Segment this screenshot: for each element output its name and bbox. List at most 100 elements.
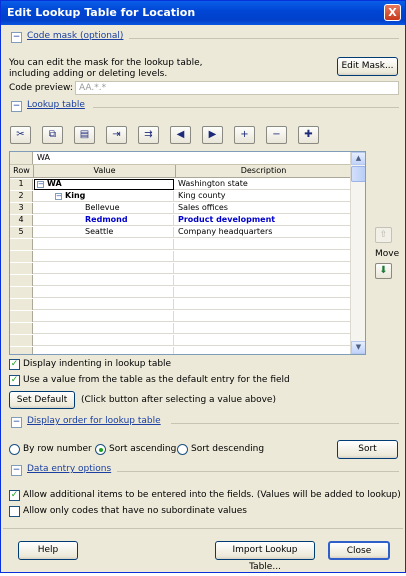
tree-collapse-icon[interactable]: − bbox=[37, 181, 44, 188]
by-row-number-radio[interactable] bbox=[9, 444, 20, 455]
description-cell[interactable] bbox=[176, 311, 350, 322]
table-row[interactable]: 1− WA Washington state bbox=[10, 179, 351, 190]
row-number[interactable] bbox=[10, 299, 33, 310]
value-cell[interactable] bbox=[34, 311, 174, 322]
value-cell[interactable] bbox=[34, 239, 174, 250]
table-row[interactable] bbox=[10, 275, 351, 286]
column-header-row[interactable]: Row bbox=[10, 165, 34, 178]
paste-button[interactable]: ▤ bbox=[74, 126, 95, 144]
row-number[interactable] bbox=[10, 251, 33, 262]
use-default-label[interactable]: Use a value from the table as the defaul… bbox=[23, 375, 290, 385]
description-cell[interactable] bbox=[176, 335, 350, 346]
description-cell[interactable] bbox=[176, 251, 350, 262]
table-row[interactable]: 4 Redmond Product development bbox=[10, 215, 351, 226]
data-entry-section-header[interactable]: − Data entry options bbox=[11, 464, 401, 478]
row-number[interactable] bbox=[10, 335, 33, 346]
collapse-icon[interactable]: − bbox=[11, 465, 22, 476]
description-cell[interactable]: King county bbox=[176, 191, 350, 202]
sort-descending-label[interactable]: Sort descending bbox=[191, 444, 264, 454]
row-number[interactable] bbox=[10, 263, 33, 274]
edit-mask-button[interactable]: Edit Mask... bbox=[337, 57, 398, 76]
table-row[interactable] bbox=[10, 251, 351, 262]
table-row[interactable] bbox=[10, 323, 351, 334]
grid-edit-field[interactable]: WA bbox=[37, 153, 50, 162]
set-default-button[interactable]: Set Default bbox=[9, 391, 75, 409]
collapse-icon[interactable]: − bbox=[11, 101, 22, 112]
table-row[interactable] bbox=[10, 239, 351, 250]
row-number[interactable]: 3 bbox=[10, 203, 33, 214]
code-mask-section-header[interactable]: − Code mask (optional) bbox=[11, 31, 401, 45]
grid-scrollbar[interactable]: ▲ ▼ bbox=[350, 152, 365, 354]
sort-ascending-radio[interactable] bbox=[95, 444, 106, 455]
value-cell[interactable] bbox=[34, 335, 174, 346]
row-number[interactable]: 4 bbox=[10, 215, 33, 226]
use-default-checkbox[interactable]: ✓ bbox=[9, 375, 20, 386]
table-row[interactable] bbox=[10, 287, 351, 298]
column-header-description[interactable]: Description bbox=[176, 165, 351, 178]
description-cell[interactable]: Company headquarters bbox=[176, 227, 350, 238]
sort-descending-radio[interactable] bbox=[177, 444, 188, 455]
code-mask-section-label[interactable]: Code mask (optional) bbox=[27, 31, 123, 41]
row-number[interactable] bbox=[10, 275, 33, 286]
table-row[interactable] bbox=[10, 335, 351, 346]
description-cell[interactable]: Product development bbox=[176, 215, 350, 226]
table-row[interactable]: 2− King King county bbox=[10, 191, 351, 202]
description-cell[interactable]: Sales offices bbox=[176, 203, 350, 214]
description-cell[interactable] bbox=[176, 263, 350, 274]
close-window-button[interactable]: X bbox=[384, 4, 401, 21]
grid-edit-row[interactable]: WA bbox=[10, 152, 351, 165]
value-cell[interactable] bbox=[34, 299, 174, 310]
display-indenting-label[interactable]: Display indenting in lookup table bbox=[23, 359, 171, 369]
sort-ascending-label[interactable]: Sort ascending bbox=[109, 444, 176, 454]
scroll-thumb[interactable] bbox=[351, 166, 365, 182]
column-header-value[interactable]: Value bbox=[34, 165, 176, 178]
allow-additional-label[interactable]: Allow additional items to be entered int… bbox=[23, 490, 401, 500]
insert-row-after-button[interactable]: ⇉ bbox=[138, 126, 159, 144]
row-number[interactable] bbox=[10, 323, 33, 334]
table-row[interactable] bbox=[10, 299, 351, 310]
data-entry-section-label[interactable]: Data entry options bbox=[27, 464, 111, 474]
value-cell[interactable] bbox=[34, 263, 174, 274]
row-number[interactable] bbox=[10, 347, 33, 354]
table-row[interactable] bbox=[10, 263, 351, 274]
value-cell[interactable] bbox=[34, 251, 174, 262]
row-number[interactable] bbox=[10, 287, 33, 298]
move-down-button[interactable]: ⬇ bbox=[375, 263, 392, 279]
row-number[interactable]: 2 bbox=[10, 191, 33, 202]
remove-button[interactable]: − bbox=[266, 126, 287, 144]
by-row-number-label[interactable]: By row number bbox=[23, 444, 92, 454]
value-cell[interactable] bbox=[34, 275, 174, 286]
value-cell[interactable] bbox=[34, 347, 174, 354]
lookup-section-label[interactable]: Lookup table bbox=[27, 100, 85, 110]
import-lookup-table-button[interactable]: Import Lookup Table... bbox=[215, 541, 315, 572]
display-indenting-checkbox[interactable]: ✓ bbox=[9, 359, 20, 370]
allow-only-codes-checkbox[interactable] bbox=[9, 506, 20, 517]
sort-button[interactable]: Sort bbox=[337, 440, 398, 459]
allow-additional-checkbox[interactable]: ✓ bbox=[9, 490, 20, 501]
promote-button[interactable]: ◀ bbox=[170, 126, 191, 144]
lookup-grid[interactable]: WA Row Value Description 1− WA Washington … bbox=[9, 151, 366, 355]
value-cell[interactable]: Redmond bbox=[34, 215, 174, 226]
description-cell[interactable] bbox=[176, 323, 350, 334]
row-number[interactable] bbox=[10, 239, 33, 250]
close-button[interactable]: Close bbox=[328, 541, 390, 560]
value-cell[interactable]: − King bbox=[34, 191, 174, 202]
scroll-down-icon[interactable]: ▼ bbox=[351, 341, 365, 354]
copy-button[interactable]: ⧉ bbox=[42, 126, 63, 144]
cut-button[interactable]: ✂ bbox=[10, 126, 31, 144]
lookup-section-header[interactable]: − Lookup table bbox=[11, 100, 401, 114]
table-row[interactable] bbox=[10, 311, 351, 322]
value-cell[interactable]: Bellevue bbox=[34, 203, 174, 214]
display-order-section-label[interactable]: Display order for lookup table bbox=[27, 416, 161, 426]
table-row[interactable]: 5 Seattle Company headquarters bbox=[10, 227, 351, 238]
demote-button[interactable]: ▶ bbox=[202, 126, 223, 144]
move-up-button[interactable]: ⇧ bbox=[375, 227, 392, 243]
description-cell[interactable]: Washington state bbox=[176, 179, 350, 190]
value-cell[interactable] bbox=[34, 323, 174, 334]
collapse-icon[interactable]: − bbox=[11, 32, 22, 43]
add-multiple-button[interactable]: ✚ bbox=[298, 126, 319, 144]
description-cell[interactable] bbox=[176, 275, 350, 286]
tree-collapse-icon[interactable]: − bbox=[55, 193, 62, 200]
display-order-section-header[interactable]: − Display order for lookup table bbox=[11, 416, 401, 430]
description-cell[interactable] bbox=[176, 239, 350, 250]
